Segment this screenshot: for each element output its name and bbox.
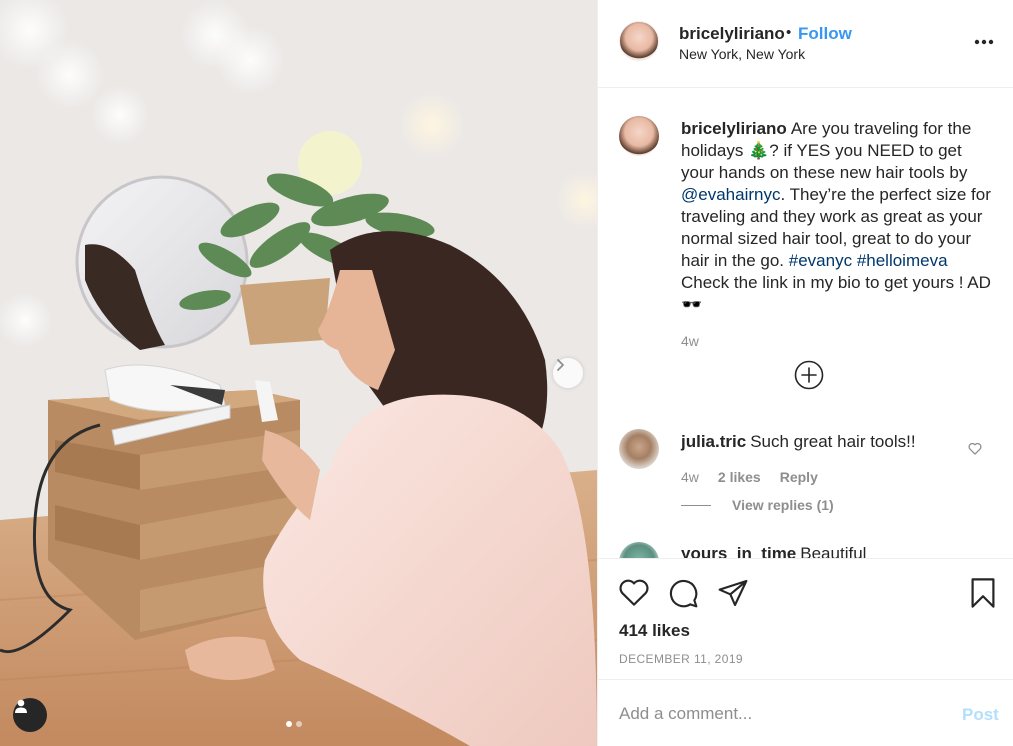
hashtag-link[interactable]: #helloimeva	[857, 251, 948, 270]
bookmark-icon	[971, 578, 995, 608]
commenter-avatar[interactable]	[619, 429, 659, 469]
like-button[interactable]	[618, 577, 650, 612]
share-button[interactable]	[717, 577, 749, 614]
person-icon	[15, 699, 27, 713]
post-date[interactable]: DECEMBER 11, 2019	[619, 652, 743, 666]
share-icon	[718, 579, 748, 607]
comment-meta: 4w 2 likes Reply	[681, 469, 818, 485]
comment-text: julia.tric Such great hair tools!!	[681, 432, 916, 452]
more-options-icon	[974, 39, 994, 45]
caption-text: bricelyliriano Are you traveling for the …	[681, 118, 996, 316]
caption-mention-link[interactable]: @evahairnyc	[681, 185, 780, 204]
post-header: bricelyliriano • Follow New York, New Yo…	[598, 0, 1013, 88]
commenter-username[interactable]: julia.tric	[681, 432, 746, 451]
follow-button[interactable]: Follow	[798, 24, 852, 44]
header-separator: •	[786, 24, 792, 41]
carousel-dot	[296, 721, 302, 727]
hashtag-link[interactable]: #evanyc	[789, 251, 852, 270]
caption-avatar[interactable]	[619, 116, 659, 156]
comment-likes-count[interactable]: 2 likes	[718, 469, 761, 485]
carousel-dot-active	[286, 721, 292, 727]
photo-illustration	[0, 0, 597, 746]
comments-list[interactable]: bricelyliriano Are you traveling for the …	[598, 88, 1013, 558]
more-options-button[interactable]	[974, 32, 994, 50]
view-replies-button[interactable]: View replies (1)	[681, 497, 834, 513]
replies-divider	[681, 504, 711, 506]
comment-icon	[669, 579, 698, 608]
comment-composer: Post	[598, 679, 1013, 746]
post-sidebar: bricelyliriano • Follow New York, New Yo…	[597, 0, 1013, 746]
chevron-right-icon	[557, 359, 564, 371]
post-location[interactable]: New York, New York	[679, 46, 805, 62]
post-comment-button[interactable]: Post	[962, 705, 999, 725]
heart-icon	[619, 579, 649, 606]
add-comment-input[interactable]	[619, 700, 939, 728]
comment-body: Beautiful	[800, 544, 867, 558]
reply-button[interactable]: Reply	[780, 469, 818, 485]
caption-username[interactable]: bricelyliriano	[681, 119, 787, 138]
commenter-username[interactable]: yours_in_time	[681, 544, 796, 558]
caption-timestamp[interactable]: 4w	[681, 333, 699, 349]
carousel-indicator	[286, 721, 302, 727]
comment-button[interactable]	[667, 577, 699, 614]
comment-text: yours_in_time Beautiful	[681, 544, 866, 558]
comment-timestamp[interactable]: 4w	[681, 469, 699, 485]
caption-text-part-3: Check the link in my bio to get yours ! …	[681, 273, 991, 314]
post-photo[interactable]	[0, 0, 597, 746]
save-button[interactable]	[970, 577, 996, 614]
post-actions: 414 likes DECEMBER 11, 2019	[598, 558, 1013, 678]
comment-body: Such great hair tools!!	[750, 432, 916, 451]
heart-icon	[968, 442, 982, 455]
author-username[interactable]: bricelyliriano	[679, 24, 785, 44]
tagged-users-button[interactable]	[13, 698, 47, 732]
plus-circle-icon	[794, 360, 824, 390]
commenter-avatar[interactable]	[619, 542, 659, 558]
next-slide-button[interactable]	[553, 358, 583, 388]
likes-count[interactable]: 414 likes	[619, 621, 690, 641]
view-replies-label: View replies (1)	[732, 497, 834, 513]
load-more-comments-button[interactable]	[794, 360, 824, 395]
comment-like-button[interactable]	[968, 442, 982, 460]
author-avatar[interactable]	[619, 21, 659, 61]
